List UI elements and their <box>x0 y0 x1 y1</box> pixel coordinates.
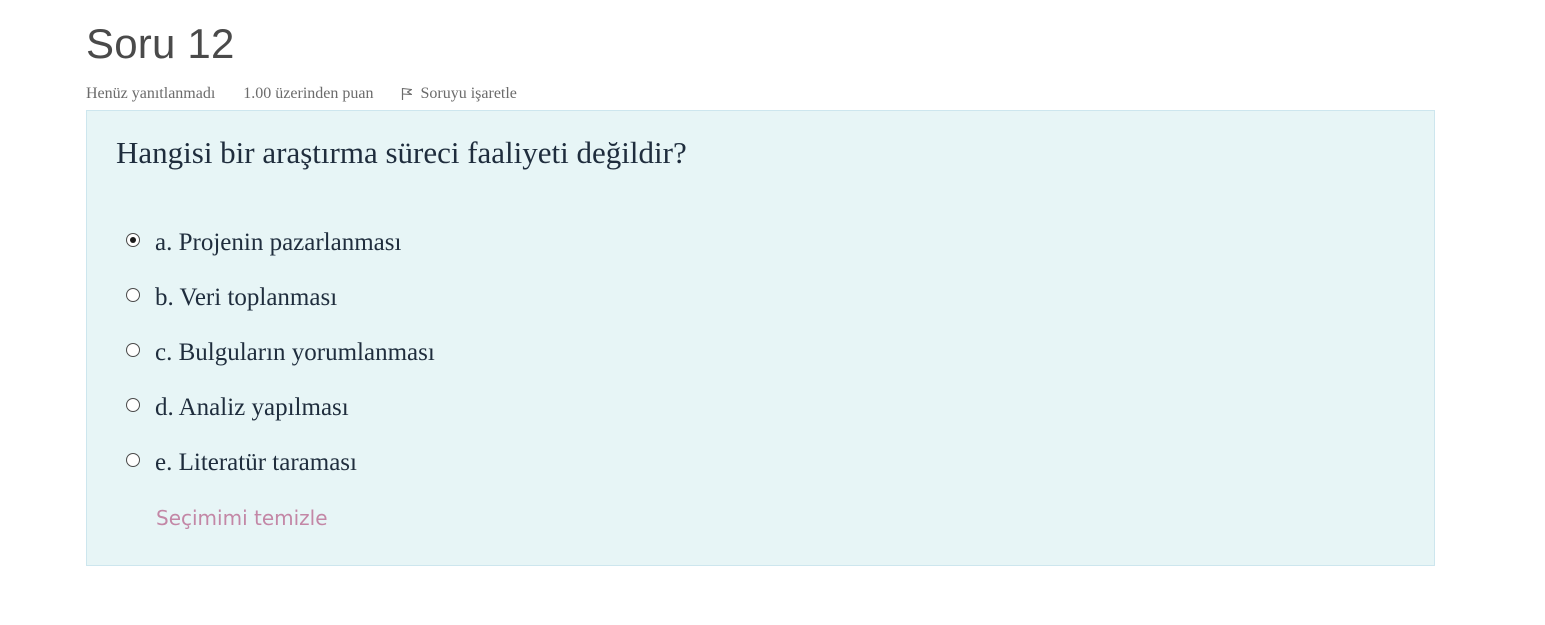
flag-icon <box>402 87 413 100</box>
answer-label-d: d. Analiz yapılması <box>155 394 349 421</box>
question-grade: 1.00 üzerinden puan <box>243 85 374 102</box>
radio-button-d[interactable] <box>126 398 140 412</box>
question-state: Henüz yanıtlanmadı <box>86 85 216 102</box>
answer-label-c: c. Bulguların yorumlanması <box>155 339 435 366</box>
radio-button-e[interactable] <box>126 453 140 467</box>
clear-choice-link[interactable]: Seçimimi temizle <box>156 506 328 530</box>
answer-option-d[interactable]: d. Analiz yapılması <box>126 394 435 449</box>
answer-list: a. Projenin pazarlanması b. Veri toplanm… <box>126 229 435 504</box>
answer-option-c[interactable]: c. Bulguların yorumlanması <box>126 339 435 394</box>
flag-question-button[interactable]: Soruyu işaretle <box>401 85 517 103</box>
answer-option-b[interactable]: b. Veri toplanması <box>126 284 435 339</box>
radio-button-c[interactable] <box>126 343 140 357</box>
radio-button-b[interactable] <box>126 288 140 302</box>
answer-option-e[interactable]: e. Literatür taraması <box>126 449 435 504</box>
answer-label-a: a. Projenin pazarlanması <box>155 229 402 256</box>
answer-label-e: e. Literatür taraması <box>155 449 357 476</box>
question-content-box: Hangisi bir araştırma süreci faaliyeti d… <box>86 110 1435 566</box>
question-text: Hangisi bir araştırma süreci faaliyeti d… <box>116 135 687 170</box>
answer-label-b: b. Veri toplanması <box>155 284 338 311</box>
radio-button-a[interactable] <box>126 233 140 247</box>
question-info: Henüz yanıtlanmadı 1.00 üzerinden puan S… <box>86 85 517 103</box>
question-title: Soru 12 <box>86 20 235 67</box>
flag-question-label: Soruyu işaretle <box>420 85 517 102</box>
answer-option-a[interactable]: a. Projenin pazarlanması <box>126 229 435 284</box>
